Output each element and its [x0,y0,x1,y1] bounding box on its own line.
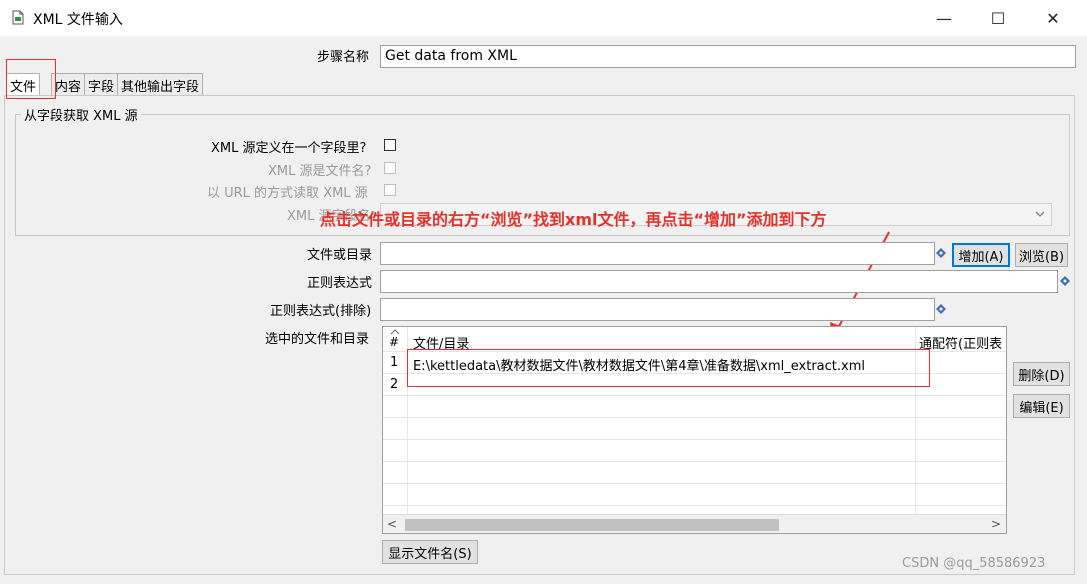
variable-icon [936,304,946,314]
file-or-dir-input[interactable] [380,242,935,265]
table-row-empty [383,461,1006,484]
selected-files-label: 选中的文件和目录 [265,332,370,347]
watermark: CSDN @qq_58586923 [902,556,1046,571]
step-name-input[interactable]: Get data from XML [380,45,1076,68]
scroll-right-icon[interactable]: > [991,517,1001,531]
row-highlight-box [407,349,930,387]
horizontal-scrollbar[interactable]: < > [383,514,1006,533]
close-button[interactable]: ✕ [1039,6,1067,30]
table-row-empty [383,395,1006,418]
xml-source-group-title: 从字段获取 XML 源 [21,105,141,124]
variable-icon [936,248,946,258]
edit-button[interactable]: 编辑(E) [1013,394,1070,418]
browse-button[interactable]: 浏览(B) [1015,243,1068,267]
regex-exclude-label: 正则表达式(排除) [270,304,372,319]
tab-other-output-fields[interactable]: 其他输出字段 [117,73,204,95]
chevron-down-icon [1035,211,1045,217]
read-as-url-checkbox[interactable] [384,184,396,196]
scrollbar-thumb[interactable] [405,519,779,531]
table-row-empty [383,483,1006,506]
regex-exclude-input[interactable] [380,298,935,321]
read-as-url-label: 以 URL 的方式读取 XML 源 [207,186,368,201]
variable-icon [1060,276,1070,286]
add-button[interactable]: 增加(A) [952,243,1010,267]
table-row-empty [383,417,1006,440]
document-icon [12,10,24,25]
tab-content[interactable]: 内容 [51,73,86,95]
table-row-empty [383,439,1006,462]
window-title: XML 文件输入 [33,12,123,28]
maximize-button[interactable]: ☐ [984,6,1012,30]
delete-button[interactable]: 删除(D) [1013,362,1070,386]
show-filenames-button[interactable]: 显示文件名(S) [382,540,478,564]
file-or-dir-label: 文件或目录 [307,248,373,263]
minimize-button[interactable]: — [930,6,958,30]
scroll-left-icon[interactable]: < [387,517,397,531]
annotation-text: 点击文件或目录的右方“浏览”找到xml文件，再点击“增加”添加到下方 [320,210,827,229]
title-bar [0,0,1087,36]
tab-fields[interactable]: 字段 [84,73,119,95]
regex-label: 正则表达式 [307,276,373,291]
xml-defined-in-field-checkbox[interactable] [384,139,396,151]
regex-input[interactable] [380,270,1058,293]
xml-is-filename-checkbox[interactable] [384,162,396,174]
step-name-label: 步骤名称 [317,50,370,65]
row-number: 2 [390,377,399,392]
tab-highlight-box [6,59,56,99]
xml-defined-in-field-label: XML 源定义在一个字段里? [211,141,367,156]
col-wildcard-header[interactable]: 通配符(正则表 [919,333,1002,352]
row-number: 1 [390,355,399,370]
col-num-header: # [389,335,400,349]
xml-is-filename-label: XML 源是文件名? [268,164,372,179]
